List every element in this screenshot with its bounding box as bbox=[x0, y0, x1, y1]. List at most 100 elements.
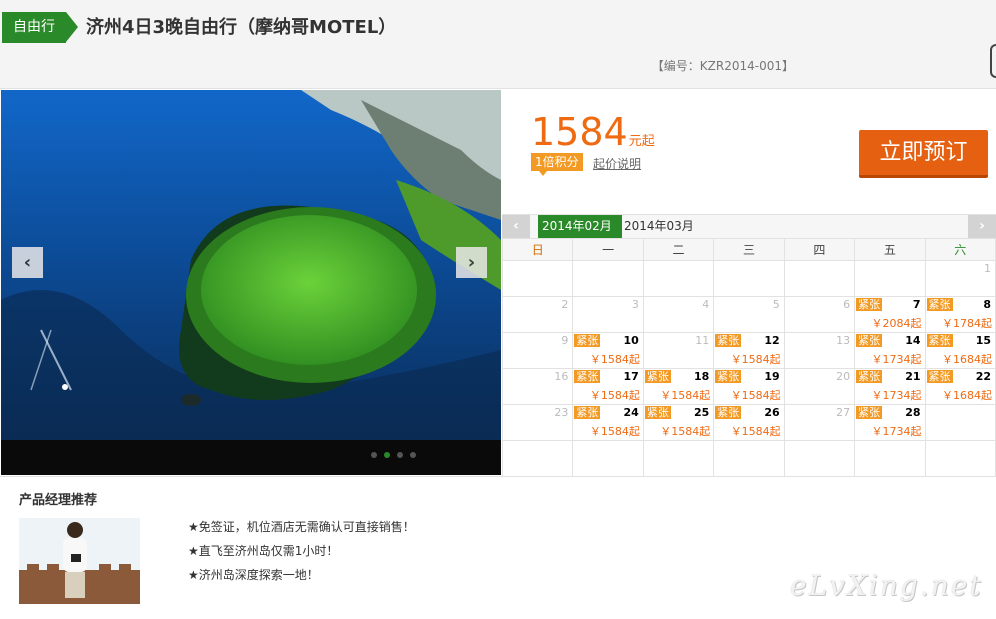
calendar-empty-cell bbox=[924, 440, 996, 477]
availability-badge: 紧张 bbox=[856, 370, 883, 383]
feature-list: ★免签证，机位酒店无需确认可直接销售！ ★直飞至济州岛仅需1小时！ ★济州岛深度… bbox=[188, 515, 415, 587]
slider-next-button[interactable]: › bbox=[456, 247, 487, 278]
scroll-handle[interactable] bbox=[990, 44, 996, 78]
day-number: 21 bbox=[905, 370, 921, 383]
availability-badge: 紧张 bbox=[715, 406, 742, 419]
calendar-day: 5 bbox=[713, 296, 785, 333]
calendar-empty-cell bbox=[783, 440, 856, 477]
photo-slider: ‹ › bbox=[1, 90, 501, 475]
day-price: ￥1584起 bbox=[660, 389, 711, 402]
calendar-week-row: 23 24 紧张 ￥1584起 25 紧张 ￥1584起 26 紧张 ￥1584起 27 28 紧张 ￥1… bbox=[501, 404, 996, 441]
category-tag: 自由行 bbox=[2, 12, 78, 43]
availability-badge: 紧张 bbox=[715, 370, 742, 383]
calendar-day-available[interactable]: 24 紧张 ￥1584起 bbox=[572, 404, 644, 441]
slider-dot[interactable] bbox=[397, 452, 403, 458]
day-number: 10 bbox=[623, 334, 639, 347]
day-number: 4 bbox=[702, 298, 710, 311]
availability-badge: 紧张 bbox=[644, 406, 671, 419]
calendar-day: 1 bbox=[924, 260, 996, 297]
calendar-day: 3 bbox=[572, 296, 644, 333]
availability-badge: 紧张 bbox=[926, 298, 953, 311]
calendar-empty-cell bbox=[501, 260, 574, 297]
calendar-empty-cell bbox=[854, 440, 926, 477]
product-header: 自由行 济州4日3晚自由行（摩纳哥MOTEL） 【编号：KZR2014-001】 bbox=[0, 0, 996, 89]
day-price: ￥1584起 bbox=[730, 425, 781, 438]
slider-dot[interactable] bbox=[371, 452, 377, 458]
calendar-week-row: 9 10 紧张 ￥1584起 11 12 紧张 ￥1584起 13 14 紧张 ￥1734起 15 紧张 ￥… bbox=[501, 332, 996, 369]
day-price: ￥1734起 bbox=[871, 425, 922, 438]
calendar-day-available[interactable]: 26 紧张 ￥1584起 bbox=[713, 404, 785, 441]
calendar-empty-cell bbox=[854, 260, 926, 297]
day-price: ￥1584起 bbox=[589, 425, 640, 438]
weekday-fri: 五 bbox=[854, 238, 926, 261]
calendar-month-nav: ‹ 2014年02月 2014年03月 › bbox=[502, 214, 996, 239]
calendar-day-available[interactable]: 22 紧张 ￥1684起 bbox=[924, 368, 996, 405]
calendar-day-available[interactable]: 15 紧张 ￥1684起 bbox=[924, 332, 996, 369]
calendar-empty-cell bbox=[713, 260, 785, 297]
day-price: ￥1734起 bbox=[871, 389, 922, 402]
calendar-day-available[interactable]: 19 紧张 ￥1584起 bbox=[713, 368, 785, 405]
slider-dot[interactable] bbox=[410, 452, 416, 458]
calendar-day: 4 bbox=[642, 296, 715, 333]
month-tab-feb[interactable]: 2014年02月 bbox=[538, 215, 622, 238]
month-tab-mar[interactable]: 2014年03月 bbox=[620, 215, 698, 238]
day-number: 23 bbox=[554, 406, 569, 419]
day-number: 14 bbox=[905, 334, 921, 347]
calendar-day: 16 bbox=[501, 368, 574, 405]
day-price: ￥1584起 bbox=[589, 389, 640, 402]
day-number: 22 bbox=[975, 370, 991, 383]
calendar-empty-cell bbox=[924, 404, 996, 441]
price-note-link[interactable]: 起价说明 bbox=[593, 155, 641, 172]
calendar-day-available[interactable]: 12 紧张 ￥1584起 bbox=[713, 332, 785, 369]
calendar-day-available[interactable]: 28 紧张 ￥1734起 bbox=[854, 404, 926, 441]
calendar-day-available[interactable]: 14 紧张 ￥1734起 bbox=[854, 332, 926, 369]
calendar-day-available[interactable]: 21 紧张 ￥1734起 bbox=[854, 368, 926, 405]
day-number: 6 bbox=[843, 298, 851, 311]
day-number: 28 bbox=[905, 406, 921, 419]
calendar-prev-button[interactable]: ‹ bbox=[502, 215, 530, 238]
calendar-empty-cell bbox=[501, 440, 574, 477]
day-price: ￥1584起 bbox=[730, 353, 781, 366]
calendar-empty-cell bbox=[572, 260, 644, 297]
slide-photo bbox=[1, 90, 501, 440]
calendar-day: 20 bbox=[783, 368, 856, 405]
day-number: 2 bbox=[561, 298, 569, 311]
site-watermark: eLvXing.net bbox=[790, 569, 983, 602]
day-number: 25 bbox=[693, 406, 710, 419]
slider-dot[interactable] bbox=[384, 452, 390, 458]
recommend-title: 产品经理推荐 bbox=[19, 493, 98, 508]
day-price: ￥1584起 bbox=[660, 425, 711, 438]
calendar-next-button[interactable]: › bbox=[968, 215, 996, 238]
recommend-section: 产品经理推荐 ★免签证，机位酒店无需确认可直接销售！ ★直飞至济州岛仅需1小时！… bbox=[0, 476, 996, 619]
calendar-day-available[interactable]: 25 紧张 ￥1584起 bbox=[642, 404, 715, 441]
calendar-day-available[interactable]: 7 紧张 ￥2084起 bbox=[854, 296, 926, 333]
day-number: 12 bbox=[764, 334, 780, 347]
calendar-day-available[interactable]: 10 紧张 ￥1584起 bbox=[572, 332, 644, 369]
weekday-mon: 一 bbox=[572, 238, 644, 261]
day-price: ￥1684起 bbox=[942, 389, 992, 402]
calendar-day-available[interactable]: 18 紧张 ￥1584起 bbox=[642, 368, 715, 405]
availability-badge: 紧张 bbox=[856, 406, 883, 419]
calendar-day-available[interactable]: 8 紧张 ￥1784起 bbox=[924, 296, 996, 333]
availability-badge: 紧张 bbox=[644, 370, 671, 383]
day-number: 5 bbox=[772, 298, 780, 311]
availability-badge: 紧张 bbox=[574, 406, 601, 419]
slider-prev-button[interactable]: ‹ bbox=[12, 247, 43, 278]
product-code: 【编号：KZR2014-001】 bbox=[651, 59, 794, 73]
availability-badge: 紧张 bbox=[926, 370, 953, 383]
day-number: 3 bbox=[631, 298, 639, 311]
departure-calendar: 日 一 二 三 四 五 六 1 2 3 4 5 6 7 紧张 ￥2084起 8 紧张 ￥1784起 9 1… bbox=[501, 238, 996, 477]
availability-badge: 紧张 bbox=[715, 334, 742, 347]
availability-badge: 紧张 bbox=[574, 370, 601, 383]
price-unit: 元起 bbox=[628, 134, 655, 149]
weekday-thu: 四 bbox=[783, 238, 856, 261]
day-number: 18 bbox=[693, 370, 710, 383]
day-number: 26 bbox=[764, 406, 780, 419]
calendar-day: 23 bbox=[501, 404, 574, 441]
calendar-empty-cell bbox=[572, 440, 644, 477]
calendar-day-available[interactable]: 17 紧张 ￥1584起 bbox=[572, 368, 644, 405]
availability-badge: 紧张 bbox=[926, 334, 953, 347]
day-price: ￥1684起 bbox=[942, 353, 992, 366]
day-number: 17 bbox=[623, 370, 639, 383]
book-now-button[interactable]: 立即预订 bbox=[859, 130, 988, 178]
